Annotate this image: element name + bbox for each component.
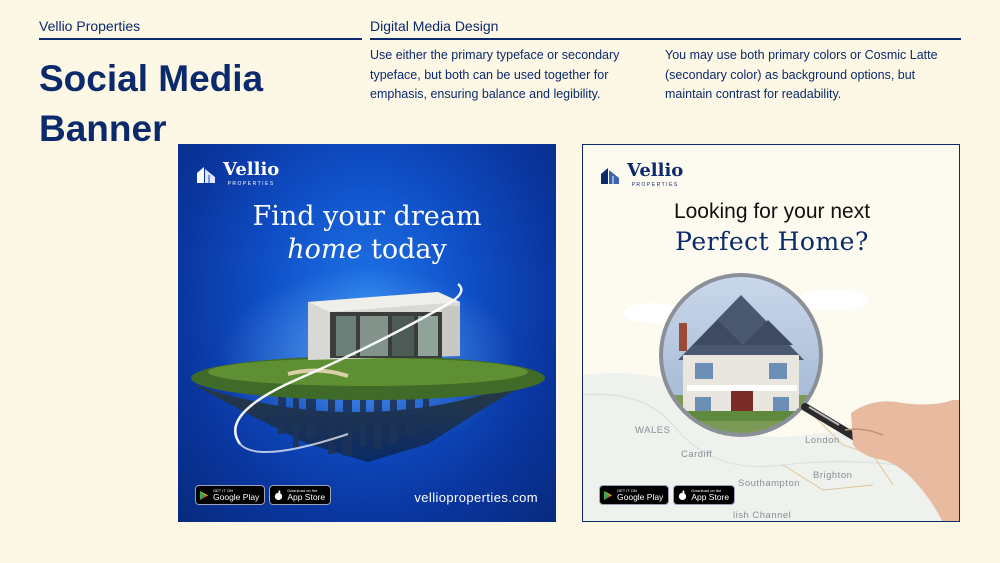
google-big-text: Google Play [213,491,260,502]
apple-big-text: App Store [287,491,326,502]
banner2-logo: Vellio PROPERTIES [599,161,683,188]
headline-italic: home [287,234,363,265]
map-label-southampton: Southampton [738,478,801,489]
app-store-badge[interactable]: Download on the App Store [269,485,332,505]
banner2-question-line1: Looking for your next [673,200,871,223]
cream-social-banner: Vellio PROPERTIES Looking for your next … [582,144,960,522]
logo-wordmark: Vellio [627,160,684,181]
map-label-channel: lish Channel [733,510,792,521]
apple-icon [275,489,283,500]
header-divider-left [39,38,362,40]
color-guideline: You may use both primary colors or Cosmi… [665,48,938,101]
banner1-store-badges: GET IT ON Google Play Download on the Ap… [195,485,332,505]
header-divider-right [370,38,961,40]
house-logo-icon [197,166,215,183]
google-play-icon [603,490,613,500]
apple-big-text: App Store [691,491,730,502]
typeface-guideline: Use either the primary typeface or secon… [370,48,620,101]
google-play-icon [199,490,209,500]
map-label-brighton: Brighton [813,470,853,481]
google-play-badge[interactable]: GET IT ON Google Play [599,485,670,505]
map-label-london: London [805,435,840,446]
app-store-badge[interactable]: Download on the App Store [673,485,736,505]
logo-wordmark: Vellio [223,159,280,180]
house-logo-icon [601,167,619,184]
website-url[interactable]: vellioproperties.com [414,490,538,505]
logo-subtitle: PROPERTIES [227,181,275,187]
map-label-cardiff: Cardiff [681,449,713,460]
logo-subtitle: PROPERTIES [631,182,679,188]
headline-rest: today [362,234,447,265]
headline-line1: Find your dream [252,201,482,232]
banner2-question-line2: Perfect Home? [675,227,869,256]
page-title: Social Media Banner [39,58,264,149]
blue-social-banner: Vellio PROPERTIES Find your dream home t… [178,144,556,522]
banner1-logo: Vellio PROPERTIES [195,160,279,187]
banner2-store-badges: GET IT ON Google Play Download on the Ap… [599,485,736,505]
google-play-badge[interactable]: GET IT ON Google Play [195,485,266,505]
map-label-wales: WALES [635,425,671,436]
banner1-headline: Find your dream home today [178,200,556,266]
apple-icon [679,489,687,500]
section-label: Digital Media Design [370,18,499,34]
brand-label: Vellio Properties [39,18,141,34]
google-big-text: Google Play [617,491,664,502]
